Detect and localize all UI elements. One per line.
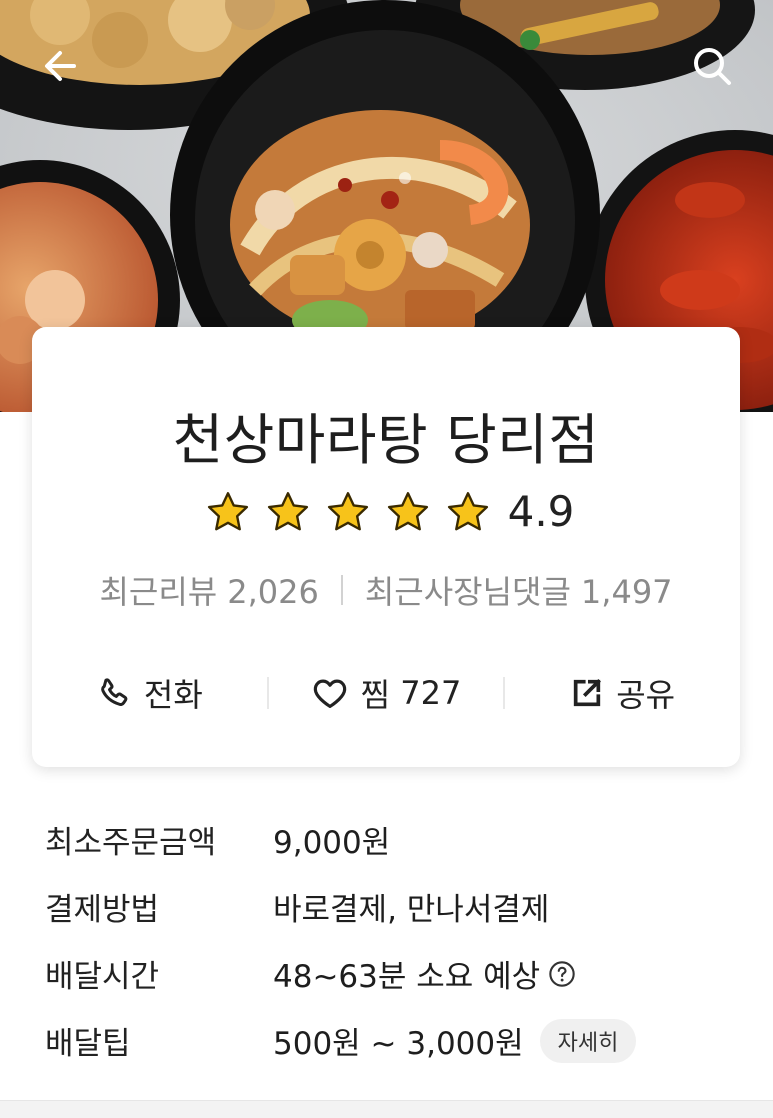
- store-info-card: 천상마라탕 당리점 4.9 최근리뷰 2,026 최근사장님댓글 1,497 전화: [32, 327, 740, 767]
- question-icon: [549, 960, 575, 987]
- min-order-value: 9,000원: [273, 825, 391, 861]
- star-icon: [387, 491, 428, 530]
- delivery-tip-detail-button[interactable]: 자세히: [539, 1018, 637, 1063]
- delivery-tip-value: 500원 ~ 3,000원: [273, 1026, 524, 1062]
- call-label: 전화: [143, 676, 203, 714]
- payment-value: 바로결제, 만나서결제: [273, 892, 550, 928]
- recent-review-count: 2,026: [227, 573, 319, 611]
- call-button[interactable]: 전화: [32, 670, 267, 716]
- star-icon: [207, 491, 248, 530]
- section-divider: [0, 1100, 773, 1118]
- like-count: 727: [400, 674, 462, 712]
- action-bar: 전화 찜 727 공유: [32, 665, 740, 721]
- share-button[interactable]: 공유: [505, 670, 740, 716]
- review-stats: 최근리뷰 2,026 최근사장님댓글 1,497: [32, 567, 740, 613]
- detail-row-payment: 결제방법 바로결제, 만나서결제: [45, 873, 745, 940]
- star-icon: [447, 491, 488, 530]
- heart-icon: [313, 679, 346, 709]
- owner-reply-link[interactable]: 최근사장님댓글 1,497: [365, 567, 673, 613]
- like-button[interactable]: 찜 727: [269, 670, 504, 716]
- back-arrow-icon: [45, 51, 76, 81]
- star-icon: [327, 491, 368, 530]
- search-button[interactable]: [686, 40, 738, 92]
- delivery-time-value-wrap: 48~63분 소요 예상: [273, 951, 576, 996]
- back-button[interactable]: [34, 40, 86, 92]
- store-name: 천상마라탕 당리점: [172, 408, 600, 472]
- delivery-tip-label: 배달팁: [45, 1026, 131, 1062]
- payment-label: 결제방법: [45, 892, 160, 928]
- delivery-time-label: 배달시간: [45, 959, 160, 995]
- delivery-time-value: 48~63분 소요 예상: [273, 959, 541, 995]
- store-details: 최소주문금액 9,000원 결제방법 바로결제, 만나서결제 배달시간 48~6…: [45, 806, 745, 1074]
- rating-row: 4.9: [32, 487, 740, 536]
- detail-row-delivery-tip: 배달팁 500원 ~ 3,000원 자세히: [45, 1007, 745, 1074]
- recent-review-link[interactable]: 최근리뷰 2,026: [99, 567, 318, 613]
- review-divider: [340, 575, 343, 605]
- owner-reply-label: 최근사장님댓글: [364, 573, 571, 611]
- recent-review-label: 최근리뷰: [99, 573, 218, 611]
- detail-row-delivery-time: 배달시간 48~63분 소요 예상: [45, 940, 745, 1007]
- share-icon: [574, 679, 602, 707]
- delivery-time-info-button[interactable]: [548, 960, 576, 988]
- phone-icon: [101, 678, 128, 706]
- detail-row-min-order: 최소주문금액 9,000원: [45, 806, 745, 873]
- search-icon: [694, 48, 731, 85]
- delivery-tip-value-wrap: 500원 ~ 3,000원 자세히: [273, 1018, 637, 1063]
- rating-value: 4.9: [507, 487, 575, 536]
- min-order-label: 최소주문금액: [45, 825, 217, 861]
- star-icon: [267, 491, 308, 530]
- owner-reply-count: 1,497: [580, 573, 673, 611]
- share-label: 공유: [616, 676, 676, 714]
- like-label: 찜: [360, 676, 391, 714]
